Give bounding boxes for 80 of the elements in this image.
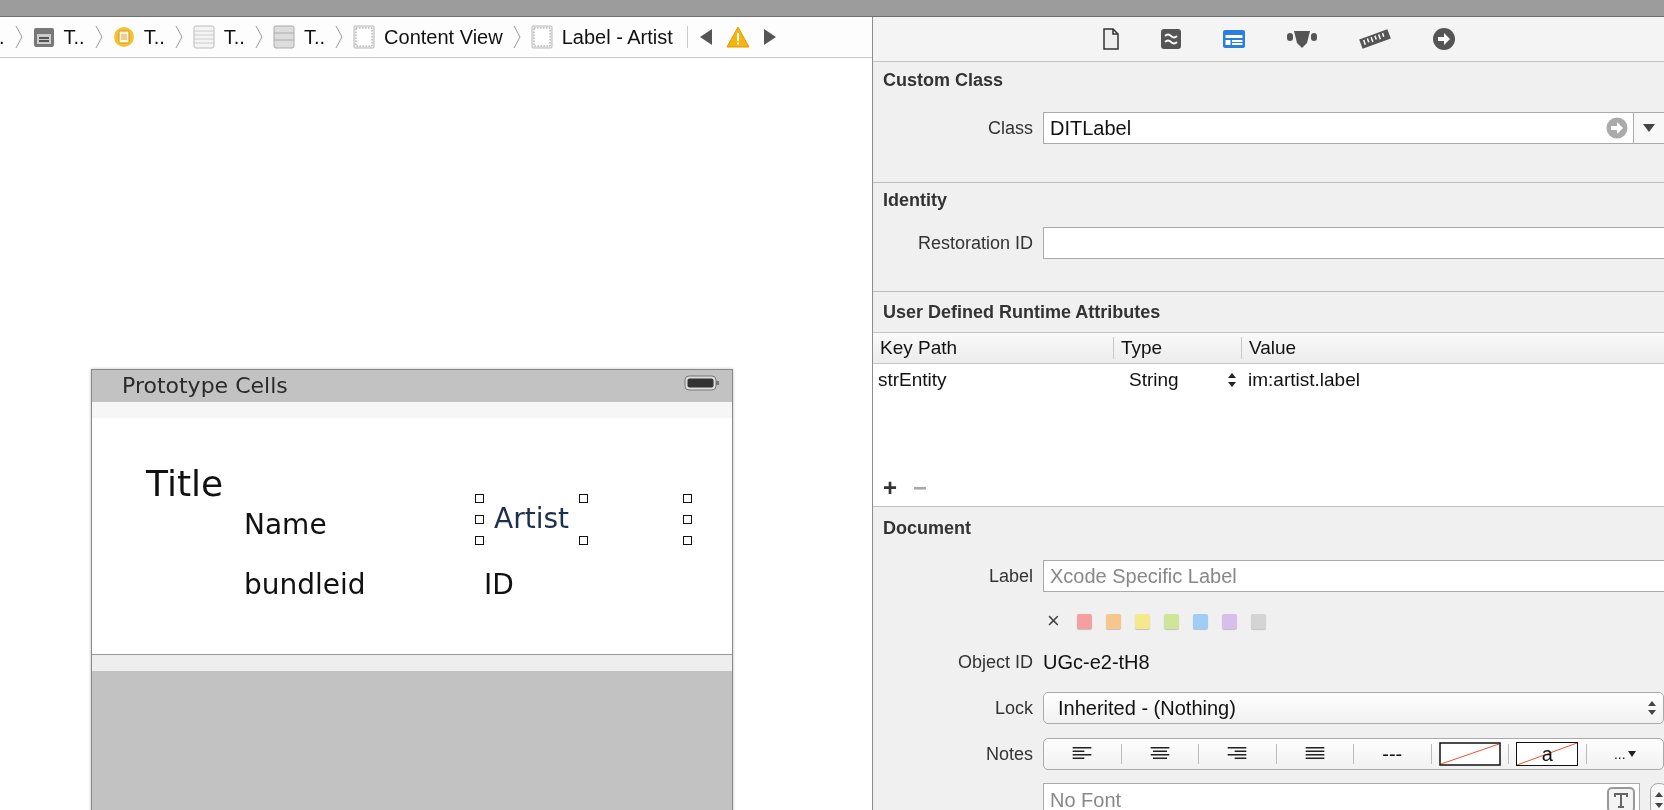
field-label: Object ID [956,651,1033,673]
resize-handle[interactable] [683,536,692,545]
column-header[interactable]: Type [1113,337,1241,359]
navigation-title: Prototype Cells [122,374,288,398]
font-field[interactable]: No Font [1043,783,1640,810]
cell-icon [272,25,295,49]
table-cell-text: strEntity [877,369,948,391]
resize-handle[interactable] [475,536,484,545]
cell-label[interactable]: Artist [488,502,575,536]
table-icon [192,25,215,49]
stepper-icon [1647,700,1657,716]
controller-icon [112,26,135,48]
chevron-icon [174,25,183,49]
section-header: User Defined Runtime Attributes [882,301,1162,324]
field-label: Label [987,565,1033,587]
table-cell[interactable]: Title Name Artist bundleid ID [92,418,732,654]
table-cell: String [1129,369,1179,391]
section-header: Custom Class [883,69,1005,92]
cell-label[interactable]: Name [244,508,327,542]
breadcrumb-item[interactable]: T.. [109,25,168,49]
class-combo-box[interactable]: DITLabel [1043,112,1664,144]
format-button[interactable]: --- [1354,739,1431,769]
chevron-icon [512,25,521,49]
stepper-icon[interactable] [1227,371,1237,389]
field-label: Class [987,117,1033,139]
resize-handle[interactable] [579,536,588,545]
column-header[interactable]: Key Path [873,337,1113,359]
field-label: Notes [984,743,1033,765]
color-swatch[interactable] [1164,613,1179,629]
breadcrumb-item[interactable]: T.. [29,25,88,49]
arrow-circle-icon [1431,27,1456,51]
view-icon [530,25,553,49]
cell-label[interactable]: ID [484,568,514,602]
section-header: Identity [883,189,948,212]
wave-icon [1159,28,1182,50]
breadcrumb-item[interactable]: T.. [269,25,329,49]
resize-handle[interactable] [683,494,692,503]
dropdown-arrow-icon[interactable] [1642,123,1656,133]
resize-handle[interactable] [579,494,588,503]
chevron-icon [14,25,23,49]
color-swatch[interactable] [1193,613,1208,629]
clear-color-button[interactable]: × [1047,608,1063,634]
no-color-icon [1438,742,1501,766]
field-label: Restoration ID [916,232,1033,254]
battery-icon [684,374,720,392]
field-label: Lock [993,697,1033,719]
color-swatch[interactable] [1222,613,1237,629]
dropdown-arrow-icon [1627,751,1636,757]
resize-handle[interactable] [475,494,484,503]
cell-label[interactable]: bundleid [244,568,366,602]
chevron-icon [94,25,103,49]
view-icon [353,25,376,49]
shield-icon [1285,28,1318,50]
section-header: Document [883,517,972,540]
column-header[interactable]: Value [1241,337,1664,359]
table-cell-text: im:artist.label [1247,369,1361,391]
format-button[interactable]: ... [1586,739,1663,769]
color-swatch[interactable] [1135,613,1150,629]
breadcrumb-item[interactable]: . [0,25,8,49]
color-swatch[interactable] [1251,613,1266,629]
next-icon[interactable] [761,28,778,46]
breadcrumb-item[interactable]: Content View [350,25,506,49]
clapboard-icon [32,26,55,48]
breadcrumb-item[interactable]: T.. [189,25,248,49]
font-picker-icon[interactable] [1607,787,1635,810]
object-id-value: UGc-e2-tH8 [1043,650,1150,674]
chevron-icon [335,25,344,49]
cell-label[interactable]: Title [146,462,224,506]
chevron-icon [254,25,263,49]
color-swatch[interactable] [1077,613,1092,629]
add-button[interactable]: + [883,474,897,502]
resize-handle[interactable] [475,515,484,524]
label-field[interactable]: Xcode Specific Label [1043,560,1664,592]
breadcrumb-item[interactable]: Label - Artist [527,25,676,49]
color-swatch[interactable] [1106,613,1121,629]
restoration-id-field[interactable] [1043,227,1664,259]
document-icon [1101,28,1120,50]
identity-card-icon [1221,29,1246,49]
lock-popup-button[interactable]: Inherited - (Nothing) [1043,692,1664,724]
resize-handle[interactable] [683,515,692,524]
